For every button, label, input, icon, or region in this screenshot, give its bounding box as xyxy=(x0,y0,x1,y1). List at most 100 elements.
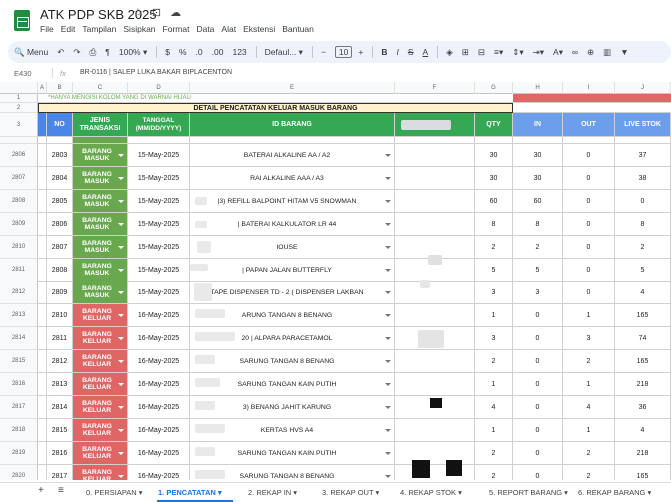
cell-date[interactable]: 16-May-2025 xyxy=(128,419,190,442)
header-barang[interactable]: ID BARANG xyxy=(190,113,395,137)
cell-no[interactable]: 2813 xyxy=(47,373,73,396)
row-header[interactable]: 2816 xyxy=(0,373,38,396)
redo-icon[interactable]: ↷ xyxy=(73,47,80,58)
dropdown-arrow-icon[interactable] xyxy=(385,313,391,317)
row-header[interactable]: 2815 xyxy=(0,350,38,373)
dropdown-arrow-icon[interactable] xyxy=(385,405,391,409)
grid-cell[interactable] xyxy=(38,213,47,236)
cell-f[interactable] xyxy=(395,213,475,236)
item-dropdown[interactable]: |3) REFILL BALPOINT HITAM V5 SNOWMAN xyxy=(190,190,395,213)
column-header-g[interactable]: G xyxy=(475,82,513,94)
font-select[interactable]: Defaul... ▾ xyxy=(265,47,303,58)
cell-qty[interactable]: 30 xyxy=(475,167,513,190)
cell-qty[interactable]: 2 xyxy=(475,465,513,480)
cell-no[interactable]: 2809 xyxy=(47,281,73,304)
cell-f[interactable] xyxy=(395,304,475,327)
cell-f[interactable] xyxy=(395,350,475,373)
cell-f[interactable] xyxy=(395,281,475,304)
item-dropdown[interactable]: BATERAI ALKALINE AA / A2 xyxy=(190,144,395,167)
cloud-status-icon[interactable]: ☁ xyxy=(170,6,181,19)
header-jenis[interactable]: JENIS TRANSAKSI xyxy=(73,113,128,137)
dropdown-arrow-icon[interactable] xyxy=(118,382,124,386)
sheet-tab-6[interactable]: 5. REPORT BARANG ▾ xyxy=(489,488,568,497)
row-header[interactable]: 2819 xyxy=(0,442,38,465)
transaction-type-dropdown[interactable]: BARANG MASUK xyxy=(73,259,128,282)
spreadsheet-grid[interactable]: ABCDEFGHIJ 1 *HANYA MENGISI KOLOM YANG D… xyxy=(0,82,671,480)
row-header[interactable]: 2820 xyxy=(0,465,38,480)
zoom-select[interactable]: 100% ▾ xyxy=(119,47,147,58)
search-menus-icon[interactable]: 🔍 Menu xyxy=(14,47,48,58)
currency-format-button[interactable]: $ xyxy=(165,47,170,57)
dropdown-arrow-icon[interactable] xyxy=(118,451,124,455)
item-dropdown[interactable]: SARUNG TANGAN 8 BENANG xyxy=(190,465,395,480)
cell-no[interactable]: 2811 xyxy=(47,327,73,350)
menu-item-tampilan[interactable]: Tampilan xyxy=(82,24,116,34)
row-header[interactable]: 2 xyxy=(0,103,38,113)
dropdown-arrow-icon[interactable] xyxy=(118,268,124,272)
move-folder-icon[interactable]: ⊡ xyxy=(152,6,161,19)
cell-no[interactable]: 2808 xyxy=(47,259,73,282)
filter-icon[interactable]: ▼ xyxy=(620,47,628,57)
column-header-d[interactable]: D xyxy=(128,82,190,94)
item-dropdown[interactable]: KERTAS HVS A4 xyxy=(190,419,395,442)
borders-icon[interactable]: ⊞ xyxy=(462,47,469,58)
cell-qty[interactable]: 2 xyxy=(475,236,513,259)
cell-no[interactable]: 2807 xyxy=(47,236,73,259)
tab-menu-chevron-icon[interactable]: ▾ xyxy=(456,488,462,497)
row-header[interactable]: 2814 xyxy=(0,327,38,350)
formula-input[interactable]: BR-0116 | SALEP LUKA BAKAR BIPLACENTON xyxy=(80,69,232,76)
tab-menu-chevron-icon[interactable]: ▾ xyxy=(373,488,380,497)
item-dropdown[interactable]: ARUNG TANGAN 8 BENANG xyxy=(190,304,395,327)
item-dropdown[interactable]: 3) BENANG JAHIT KARUNG xyxy=(190,396,395,419)
grid-cell[interactable] xyxy=(475,137,513,144)
sheet-tab-1[interactable]: 0. PERSIAPAN ▾ xyxy=(86,488,143,497)
cell-date[interactable]: 16-May-2025 xyxy=(128,373,190,396)
cell-no[interactable]: 2814 xyxy=(47,396,73,419)
insert-link-icon[interactable]: ∞ xyxy=(572,47,578,57)
font-size-input[interactable]: 10 xyxy=(334,46,353,58)
grid-cell[interactable] xyxy=(38,190,47,213)
grid-cell[interactable] xyxy=(38,259,47,282)
tab-menu-chevron-icon[interactable]: ▾ xyxy=(562,488,568,497)
transaction-type-dropdown[interactable]: BARANG MASUK xyxy=(73,213,128,236)
dropdown-arrow-icon[interactable] xyxy=(385,336,391,340)
sheet-tab-7[interactable]: 6. REKAP BARANG ▾ xyxy=(578,488,651,497)
transaction-type-dropdown[interactable]: BARANG KELUAR xyxy=(73,465,128,480)
grid-cell[interactable] xyxy=(563,137,615,144)
cell-no[interactable]: 2812 xyxy=(47,350,73,373)
sheet-tab-4[interactable]: 3. REKAP OUT ▾ xyxy=(322,488,379,497)
menu-item-format[interactable]: Format xyxy=(163,24,190,34)
grid-cell[interactable] xyxy=(38,442,47,465)
row-header[interactable]: 2807 xyxy=(0,167,38,190)
dropdown-arrow-icon[interactable] xyxy=(385,451,391,455)
cell-date[interactable]: 16-May-2025 xyxy=(128,442,190,465)
tab-menu-chevron-icon[interactable]: ▾ xyxy=(291,488,297,497)
cell-date[interactable]: 15-May-2025 xyxy=(128,190,190,213)
sheet-tab-3[interactable]: 2. REKAP IN ▾ xyxy=(248,488,297,497)
dropdown-arrow-icon[interactable] xyxy=(118,474,124,478)
row-header[interactable]: 2817 xyxy=(0,396,38,419)
grid-cell[interactable] xyxy=(38,236,47,259)
text-wrap-icon[interactable]: ⇥▾ xyxy=(533,47,544,58)
transaction-type-dropdown[interactable]: BARANG KELUAR xyxy=(73,419,128,442)
cell-f[interactable] xyxy=(395,144,475,167)
dropdown-arrow-icon[interactable] xyxy=(118,428,124,432)
header-qty[interactable]: QTY xyxy=(475,113,513,137)
cell-date[interactable]: 15-May-2025 xyxy=(128,167,190,190)
dropdown-arrow-icon[interactable] xyxy=(118,199,124,203)
item-dropdown[interactable]: RAI ALKALINE AAA / A3 xyxy=(190,167,395,190)
item-dropdown[interactable]: SARUNG TANGAN 8 BENANG xyxy=(190,350,395,373)
grid-cell[interactable] xyxy=(38,465,47,480)
merge-cells-icon[interactable]: ⊟ xyxy=(478,47,485,58)
select-all-corner[interactable] xyxy=(0,82,38,94)
grid-cell[interactable] xyxy=(38,350,47,373)
dropdown-arrow-icon[interactable] xyxy=(118,153,124,157)
dropdown-arrow-icon[interactable] xyxy=(385,176,391,180)
tab-menu-chevron-icon[interactable]: ▾ xyxy=(216,488,222,497)
grid-cell[interactable] xyxy=(513,137,563,144)
cell-qty[interactable]: 2 xyxy=(475,442,513,465)
decrease-decimal-button[interactable]: .0 xyxy=(196,47,203,57)
undo-icon[interactable]: ↶ xyxy=(57,47,64,58)
cell-no[interactable]: 2804 xyxy=(47,167,73,190)
cell-no[interactable]: 2805 xyxy=(47,190,73,213)
